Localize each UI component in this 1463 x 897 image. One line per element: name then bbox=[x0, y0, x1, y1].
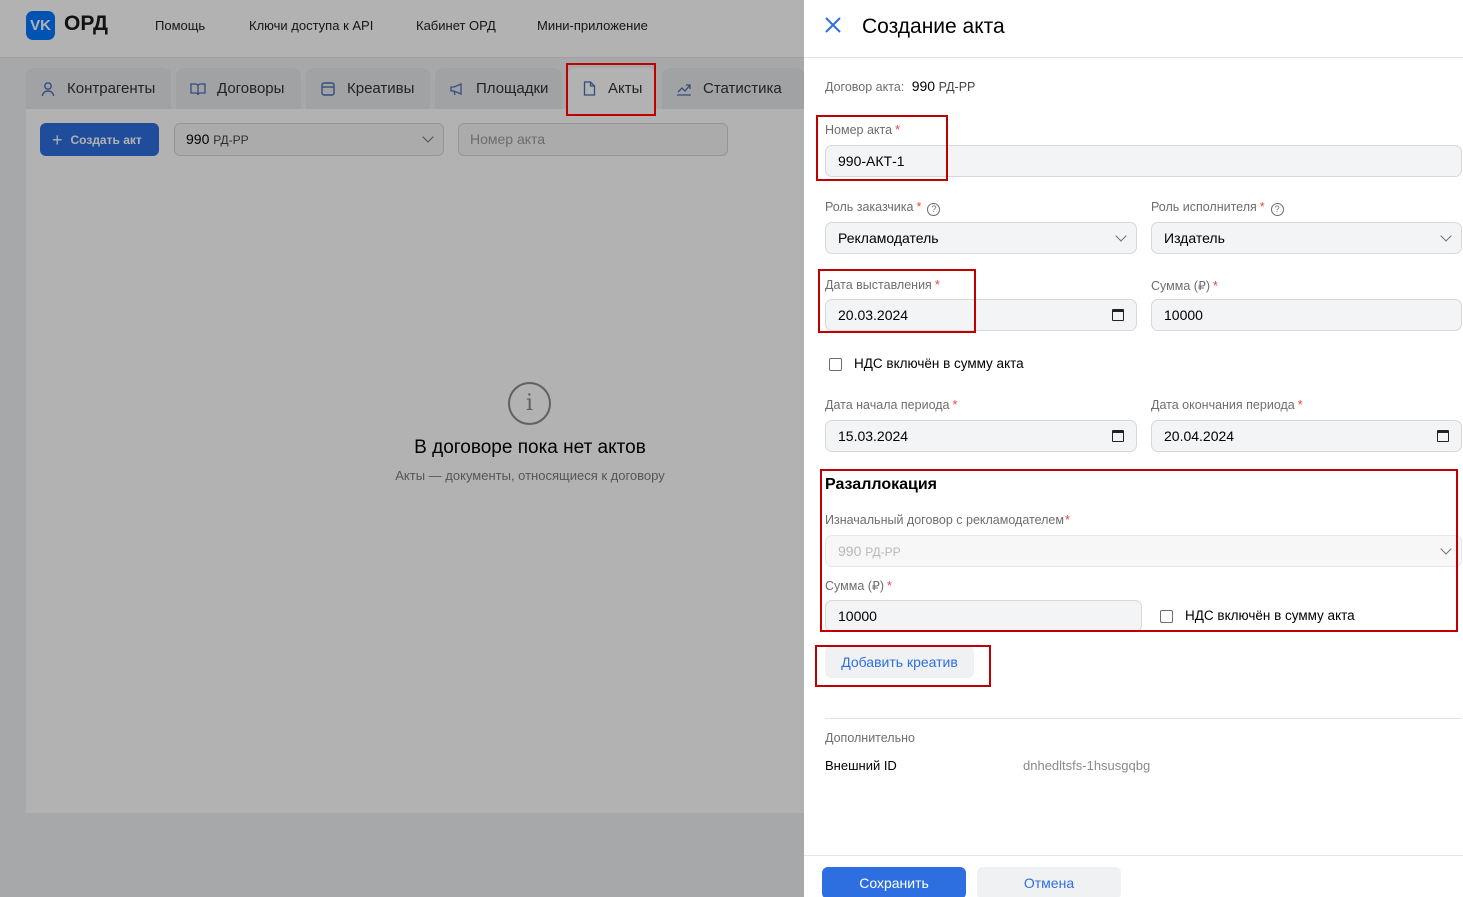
customer-role-value: Рекламодатель bbox=[838, 230, 939, 246]
issue-date-label: Дата выставления * bbox=[825, 278, 940, 292]
executor-role-select[interactable]: Издатель bbox=[1151, 222, 1462, 254]
period-end-label: Дата окончания периода * bbox=[1151, 398, 1303, 412]
calendar-icon[interactable] bbox=[1112, 309, 1124, 321]
close-icon[interactable] bbox=[822, 16, 844, 38]
period-end-input[interactable]: 20.04.2024 bbox=[1151, 420, 1462, 452]
drawer-header: Создание акта bbox=[804, 0, 1463, 58]
help-icon[interactable]: ? bbox=[927, 203, 941, 216]
contract-info-label: Договор акта: bbox=[825, 80, 905, 94]
vat-checkbox[interactable] bbox=[829, 358, 842, 371]
reallocation-vat-checkbox[interactable] bbox=[1160, 610, 1173, 623]
divider bbox=[825, 718, 1462, 719]
act-number-label: Номер акта * bbox=[825, 123, 900, 137]
customer-role-select[interactable]: Рекламодатель bbox=[825, 222, 1137, 254]
original-contract-label: Изначальный договор с рекламодателем* bbox=[825, 513, 1070, 527]
chevron-down-icon bbox=[1440, 543, 1452, 555]
additional-title: Дополнительно bbox=[825, 731, 915, 745]
period-start-value: 15.03.2024 bbox=[838, 428, 909, 444]
customer-role-label: Роль заказчика *? bbox=[825, 200, 941, 216]
save-button[interactable]: Сохранить bbox=[822, 867, 966, 897]
original-contract-select: 990 РД-РР bbox=[825, 535, 1462, 567]
period-start-input[interactable]: 15.03.2024 bbox=[825, 420, 1137, 452]
issue-date-input[interactable]: 20.03.2024 bbox=[825, 299, 1137, 331]
vat-checkbox-label: НДС включён в сумму акта bbox=[854, 356, 1024, 371]
add-creative-button[interactable]: Добавить креатив bbox=[825, 646, 974, 678]
footer-divider bbox=[804, 855, 1463, 856]
issue-date-value: 20.03.2024 bbox=[838, 307, 909, 323]
contract-info-number: 990 bbox=[911, 78, 936, 94]
period-end-value: 20.04.2024 bbox=[1164, 428, 1235, 444]
reallocation-vat-label: НДС включён в сумму акта bbox=[1185, 608, 1355, 623]
chevron-down-icon bbox=[1115, 230, 1127, 242]
original-contract-suffix: РД-РР bbox=[865, 545, 901, 559]
external-id-label: Внешний ID bbox=[825, 758, 897, 773]
original-contract-number: 990 bbox=[838, 543, 862, 559]
contract-info: Договор акта: 990 РД-РР bbox=[825, 78, 975, 94]
cancel-button[interactable]: Отмена bbox=[977, 867, 1121, 897]
executor-role-label: Роль исполнителя *? bbox=[1151, 200, 1284, 216]
calendar-icon[interactable] bbox=[1437, 430, 1449, 442]
amount-label: Сумма (₽) * bbox=[1151, 279, 1218, 293]
executor-role-value: Издатель bbox=[1164, 230, 1225, 246]
reallocation-amount-label: Сумма (₽) * bbox=[825, 579, 892, 593]
reallocation-title: Разаллокация bbox=[825, 476, 937, 493]
amount-input[interactable]: 10000 bbox=[1151, 299, 1462, 331]
calendar-icon[interactable] bbox=[1112, 430, 1124, 442]
reallocation-amount-input[interactable]: 10000 bbox=[825, 600, 1142, 632]
act-number-input[interactable]: 990-АКТ-1 bbox=[825, 145, 1462, 177]
external-id-value: dnhedltsfs-1hsusgqbg bbox=[1023, 758, 1151, 773]
drawer-title: Создание акта bbox=[862, 15, 1005, 38]
create-act-drawer: Создание акта Договор акта: 990 РД-РР Но… bbox=[804, 0, 1463, 897]
modal-overlay[interactable] bbox=[0, 0, 804, 897]
contract-info-suffix: РД-РР bbox=[938, 80, 976, 94]
period-start-label: Дата начала периода * bbox=[825, 398, 958, 412]
chevron-down-icon bbox=[1440, 230, 1452, 242]
help-icon[interactable]: ? bbox=[1270, 203, 1284, 216]
